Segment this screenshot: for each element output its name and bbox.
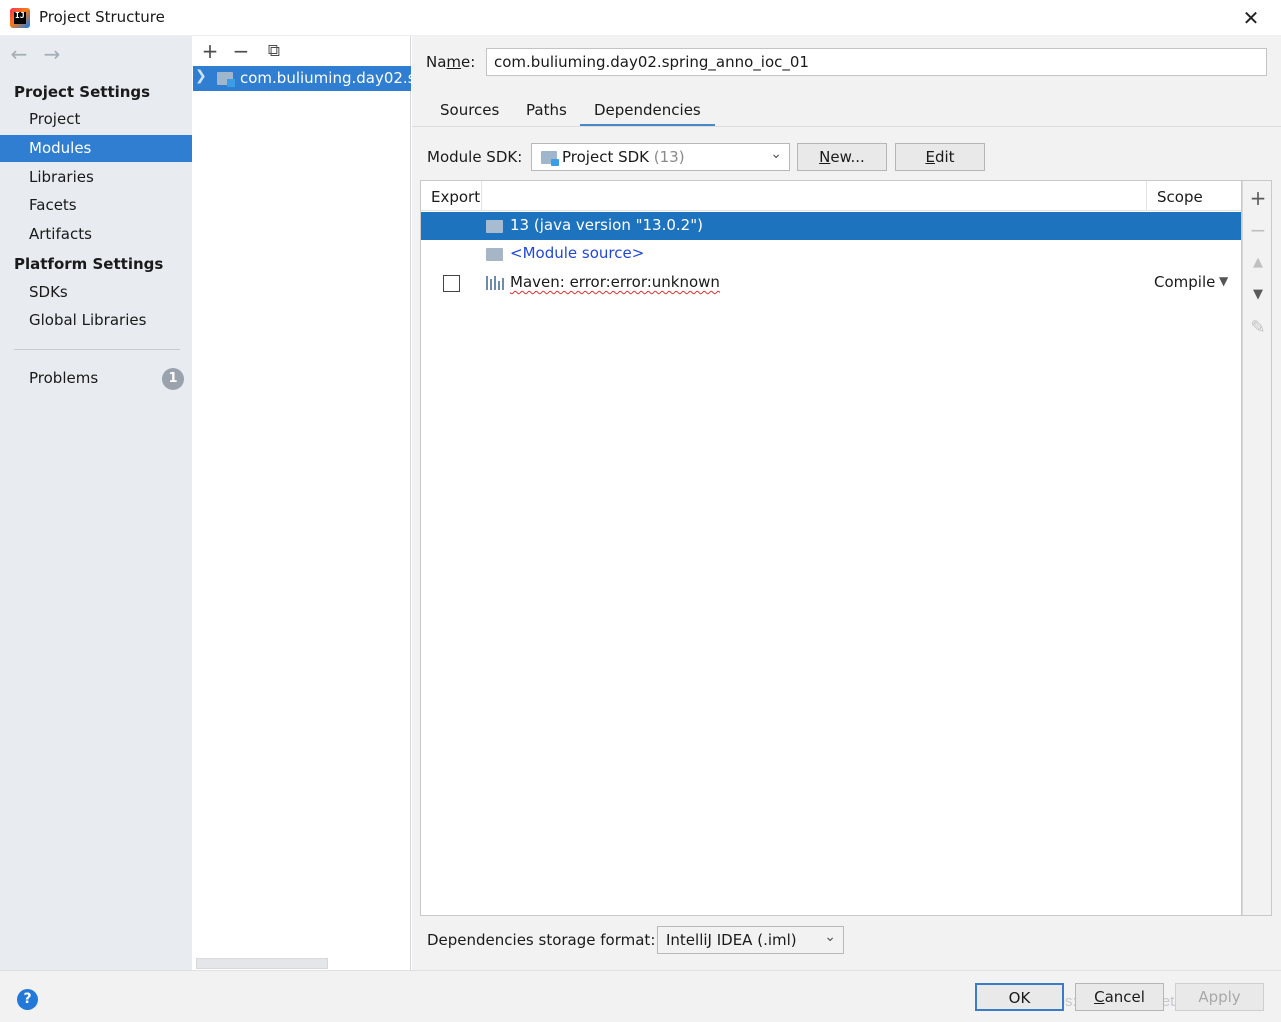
tab-paths[interactable]: Paths [512, 100, 581, 127]
platform-settings-header: Platform Settings [14, 255, 164, 273]
sidebar-item-facets[interactable]: Facets [0, 192, 192, 219]
table-row-jdk[interactable]: 13 (java version "13.0.2") [421, 212, 1241, 240]
column-separator [1146, 181, 1147, 211]
project-settings-header: Project Settings [14, 83, 151, 101]
problems-count-badge: 1 [162, 368, 184, 390]
sidebar-item-project[interactable]: Project [0, 106, 192, 133]
sidebar-item-sdks[interactable]: SDKs [0, 279, 192, 306]
module-details-panel: Name: Sources Paths Dependencies Module … [412, 36, 1281, 970]
ok-button[interactable]: OK [975, 983, 1064, 1011]
scope-dropdown-icon[interactable]: ▼ [1219, 274, 1228, 288]
module-sdk-dropdown[interactable]: Project SDK (13) ⌄ [531, 143, 790, 171]
table-row-maven[interactable]: Maven: error:error:unknown Compile ▼ [421, 269, 1241, 297]
chevron-right-icon[interactable]: ❯ [195, 68, 207, 84]
dependency-label: <Module source> [510, 244, 645, 262]
sidebar-divider [14, 349, 180, 350]
help-icon[interactable]: ? [17, 989, 38, 1010]
tree-item-label: com.buliuming.day02.spring_anno_ioc_01 [240, 69, 411, 87]
source-folder-icon [486, 248, 503, 261]
storage-format-dropdown[interactable]: IntelliJ IDEA (.iml) ⌄ [657, 926, 844, 954]
chevron-down-icon: ⌄ [824, 929, 836, 945]
forward-arrow-icon[interactable]: → [40, 42, 64, 66]
add-module-button[interactable]: + [199, 40, 221, 62]
module-name-input[interactable] [486, 48, 1267, 76]
table-row-module-source[interactable]: <Module source> [421, 240, 1241, 268]
cancel-button[interactable]: Cancel [1075, 983, 1164, 1011]
table-header: Export Scope [421, 181, 1241, 211]
dependency-label: Maven: error:error:unknown [510, 273, 720, 291]
storage-format-value: IntelliJ IDEA (.iml) [666, 931, 797, 949]
edit-sdk-button[interactable]: Edit [895, 143, 985, 171]
chevron-down-icon: ⌄ [770, 146, 782, 162]
move-down-button[interactable]: ▼ [1243, 281, 1273, 309]
export-checkbox[interactable] [443, 275, 460, 292]
library-icon [486, 276, 504, 290]
edit-pencil-icon[interactable]: ✎ [1243, 314, 1273, 342]
new-sdk-button[interactable]: New... [797, 143, 887, 171]
add-dependency-button[interactable]: + [1243, 184, 1273, 212]
dependency-label: 13 (java version "13.0.2") [510, 216, 703, 234]
remove-dependency-button[interactable]: − [1243, 216, 1273, 244]
column-header-export[interactable]: Export [431, 188, 480, 206]
remove-module-button[interactable]: − [230, 40, 252, 62]
module-folder-icon [217, 72, 235, 87]
sdk-folder-icon [541, 151, 559, 166]
name-label: Name: [426, 53, 476, 71]
sdk-value: Project SDK [562, 148, 649, 166]
module-sdk-label: Module SDK: [427, 148, 523, 166]
copy-module-button[interactable]: ⧉ [263, 40, 285, 62]
column-separator [481, 181, 482, 211]
dialog-footer: ? https://blog.csdn.net/acearduino OK Ca… [0, 970, 1281, 1022]
settings-sidebar: ← → Project Settings Project Modules Lib… [0, 36, 192, 970]
tree-item-module[interactable]: ❯ com.buliuming.day02.spring_anno_ioc_01 [193, 66, 411, 91]
tabs-divider [412, 126, 1281, 127]
module-tree-panel: + − ⧉ ❯ com.buliuming.day02.spring_anno_… [193, 36, 411, 970]
sidebar-item-modules[interactable]: Modules [0, 135, 192, 162]
sdk-version: (13) [653, 148, 685, 166]
jdk-folder-icon [486, 220, 503, 233]
move-up-button[interactable]: ▲ [1243, 249, 1273, 277]
dependencies-toolbar: + − ▲ ▼ ✎ [1242, 180, 1272, 916]
close-window-button[interactable]: ✕ [1236, 4, 1266, 32]
back-arrow-icon[interactable]: ← [7, 42, 31, 66]
sidebar-item-artifacts[interactable]: Artifacts [0, 221, 192, 248]
tree-horizontal-scrollbar[interactable] [196, 958, 328, 969]
sidebar-item-libraries[interactable]: Libraries [0, 164, 192, 191]
intellij-logo-icon: IJ [10, 8, 30, 28]
window-title: Project Structure [39, 8, 165, 26]
sidebar-item-global-libraries[interactable]: Global Libraries [0, 307, 192, 334]
column-header-scope[interactable]: Scope [1157, 188, 1203, 206]
title-bar: IJ Project Structure ✕ [0, 0, 1281, 36]
dependencies-table: Export Scope 13 (java version "13.0.2") … [420, 180, 1242, 916]
apply-button[interactable]: Apply [1175, 983, 1264, 1011]
tab-dependencies[interactable]: Dependencies [580, 100, 715, 127]
scope-value[interactable]: Compile [1154, 273, 1215, 291]
storage-format-label: Dependencies storage format: [427, 931, 656, 949]
tab-sources[interactable]: Sources [426, 100, 513, 127]
